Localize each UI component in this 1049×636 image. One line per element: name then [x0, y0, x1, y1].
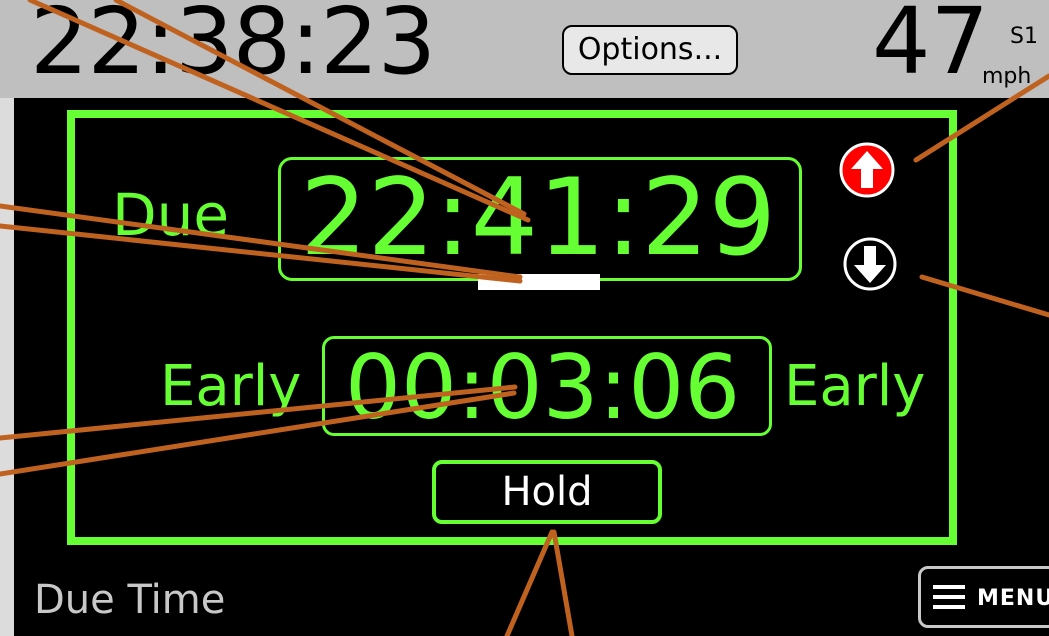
- arrow-up-icon: [839, 142, 895, 198]
- increment-button[interactable]: [839, 142, 895, 198]
- left-edge-strip: [0, 98, 14, 636]
- decrement-button[interactable]: [842, 236, 898, 292]
- due-label: Due: [112, 181, 230, 249]
- callout-line-hold-2: [551, 529, 575, 636]
- menu-button[interactable]: MENU: [918, 566, 1049, 628]
- edit-cursor: [478, 274, 600, 290]
- screen-title: Due Time: [34, 577, 226, 623]
- early-time-value: 00:03:06: [345, 336, 741, 439]
- options-button[interactable]: Options...: [562, 25, 738, 75]
- early-label-left: Early: [160, 354, 302, 419]
- speed-label: S1: [1010, 24, 1038, 49]
- hold-button[interactable]: Hold: [432, 460, 662, 524]
- arrow-down-icon: [843, 237, 897, 291]
- speed-unit: mph: [982, 64, 1032, 89]
- hamburger-icon: [933, 585, 965, 609]
- status-bar: 22:38:23 Options... 47 S1 mph: [0, 0, 1049, 98]
- menu-label: MENU: [977, 586, 1049, 611]
- callout-line-hold-1: [504, 529, 555, 636]
- current-clock: 22:38:23: [30, 0, 436, 95]
- speed-value: 47: [872, 0, 990, 95]
- due-time-value[interactable]: 22:41:29: [300, 158, 776, 278]
- early-label-right: Early: [784, 354, 926, 419]
